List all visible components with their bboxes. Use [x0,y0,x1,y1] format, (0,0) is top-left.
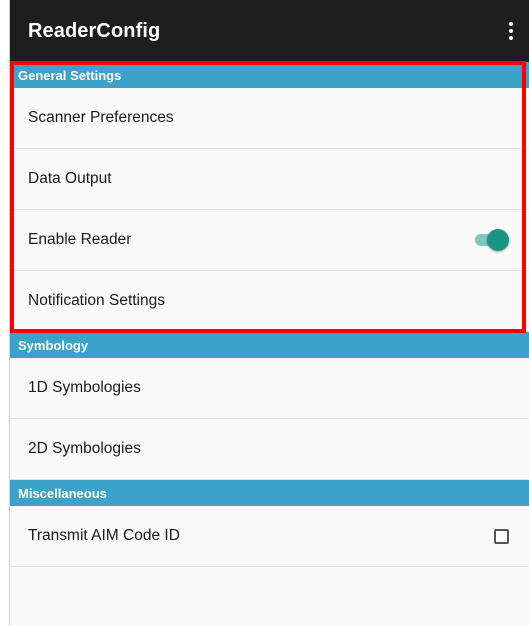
pref-label: Enable Reader [28,231,132,248]
menu-dot [509,29,513,33]
app-title: ReaderConfig [28,19,161,42]
pref-label: Notification Settings [28,292,165,309]
more-vert-icon[interactable] [503,18,519,44]
screen: ReaderConfig General Settings Scanner Pr… [0,0,529,626]
pref-2d-symbologies[interactable]: 2D Symbologies [10,419,529,480]
pref-label: Data Output [28,170,112,187]
pref-1d-symbologies[interactable]: 1D Symbologies [10,358,529,419]
menu-dot [509,36,513,40]
pref-data-output[interactable]: Data Output [10,149,529,210]
pref-transmit-aim-code-id[interactable]: Transmit AIM Code ID [10,506,529,567]
menu-dot [509,22,513,26]
preferences-list: General Settings Scanner Preferences Dat… [10,62,529,567]
section-header-miscellaneous: Miscellaneous [10,480,529,506]
pref-label: 2D Symbologies [28,440,141,457]
transmit-aim-code-id-checkbox[interactable] [494,528,509,544]
enable-reader-toggle[interactable] [473,229,509,251]
pref-label: 1D Symbologies [28,379,141,396]
pref-label: Transmit AIM Code ID [28,527,180,544]
pref-enable-reader[interactable]: Enable Reader [10,210,529,271]
pref-scanner-preferences[interactable]: Scanner Preferences [10,88,529,149]
pref-label: Scanner Preferences [28,109,174,126]
toggle-thumb [487,229,509,251]
section-header-general-settings: General Settings [10,62,529,88]
left-edge-divider [0,0,10,626]
section-header-symbology: Symbology [10,332,529,358]
pref-notification-settings[interactable]: Notification Settings [10,271,529,332]
app-bar: ReaderConfig [10,0,529,62]
